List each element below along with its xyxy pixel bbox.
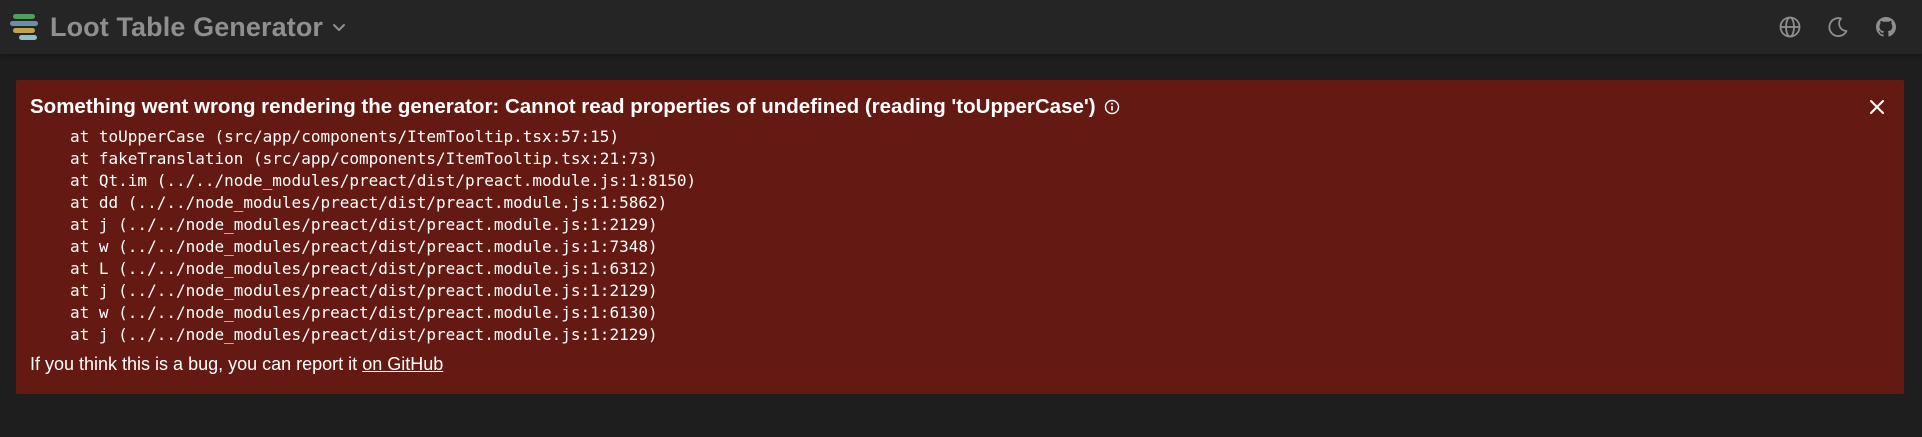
close-error-button[interactable] — [1864, 94, 1890, 120]
logo-bar-4 — [19, 35, 37, 40]
logo-bar-3 — [13, 28, 35, 33]
bug-report-text: If you think this is a bug, you can repo… — [30, 354, 363, 374]
language-button[interactable] — [1776, 13, 1804, 41]
info-icon[interactable] — [1104, 99, 1120, 115]
error-header: Something went wrong rendering the gener… — [30, 94, 1890, 120]
github-report-link[interactable]: on GitHub — [362, 354, 443, 374]
error-title: Something went wrong rendering the gener… — [30, 95, 1096, 118]
stack-line: at L (../../node_modules/preact/dist/pre… — [70, 259, 658, 278]
stack-trace: at toUpperCase (src/app/components/ItemT… — [30, 126, 1890, 346]
stack-line: at dd (../../node_modules/preact/dist/pr… — [70, 193, 668, 212]
app-logo-icon — [10, 13, 41, 41]
theme-toggle-button[interactable] — [1824, 13, 1852, 41]
logo-bar-2 — [10, 21, 38, 26]
github-icon — [1876, 17, 1896, 37]
stack-line: at j (../../node_modules/preact/dist/pre… — [70, 325, 658, 344]
stack-line: at j (../../node_modules/preact/dist/pre… — [70, 215, 658, 234]
stack-line: at fakeTranslation (src/app/components/I… — [70, 149, 658, 168]
top-bar: Loot Table Generator — [0, 0, 1922, 55]
stack-line: at toUpperCase (src/app/components/ItemT… — [70, 127, 620, 146]
stack-line: at Qt.im (../../node_modules/preact/dist… — [70, 171, 697, 190]
close-icon — [1870, 100, 1884, 114]
stack-line: at j (../../node_modules/preact/dist/pre… — [70, 281, 658, 300]
header-actions — [1776, 13, 1900, 41]
app-title: Loot Table Generator — [50, 11, 324, 42]
bug-report-line: If you think this is a bug, you can repo… — [30, 354, 1890, 375]
github-button[interactable] — [1872, 13, 1900, 41]
stack-line: at w (../../node_modules/preact/dist/pre… — [70, 237, 658, 256]
stack-line: at w (../../node_modules/preact/dist/pre… — [70, 303, 658, 322]
generator-selector[interactable]: Loot Table Generator — [10, 10, 347, 44]
error-panel: Something went wrong rendering the gener… — [16, 80, 1904, 394]
moon-icon — [1828, 17, 1848, 37]
globe-icon — [1779, 16, 1801, 38]
chevron-down-icon — [333, 24, 346, 31]
logo-bar-1 — [13, 14, 35, 19]
